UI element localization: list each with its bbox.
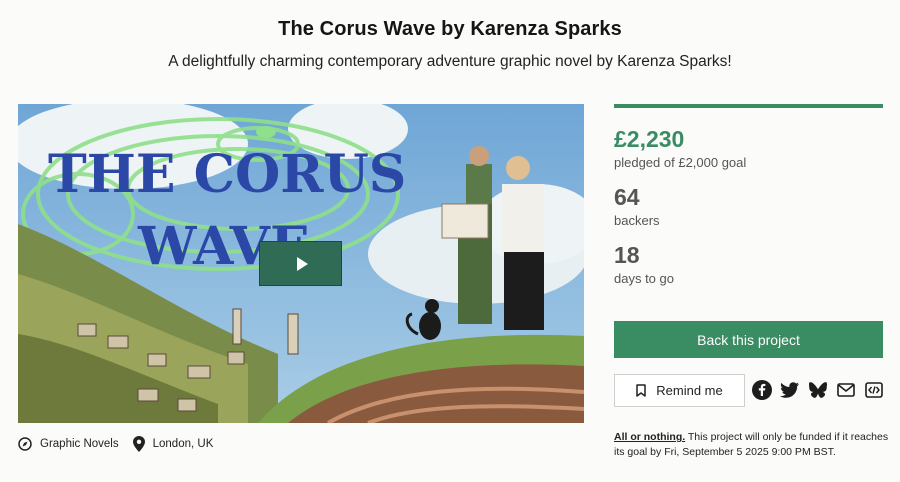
bookmark-icon: [636, 384, 647, 397]
project-video[interactable]: THE CORUS WAVE: [18, 104, 584, 423]
embed-icon[interactable]: [864, 380, 884, 400]
category-link[interactable]: Graphic Novels: [18, 437, 119, 451]
location-label: London, UK: [152, 438, 214, 450]
play-icon: [296, 256, 308, 271]
project-title: The Corus Wave by Karenza Sparks: [278, 18, 622, 40]
funding-progress-bar: [614, 104, 883, 108]
project-categories: Graphic Novels London, UK: [18, 436, 227, 452]
play-button[interactable]: [259, 241, 342, 286]
category-label: Graphic Novels: [40, 438, 119, 450]
days-to-go-count: 18: [614, 242, 640, 268]
remind-me-label: Remind me: [656, 383, 723, 398]
days-to-go-label: days to go: [614, 271, 674, 286]
all-or-nothing-link[interactable]: All or nothing.: [614, 431, 685, 443]
funding-note: All or nothing. This project will only b…: [614, 430, 894, 460]
project-subtitle: A delightfully charming contemporary adv…: [168, 53, 732, 70]
bluesky-icon[interactable]: [808, 380, 828, 400]
backers-label: backers: [614, 213, 660, 228]
project-header: The Corus Wave by Karenza Sparks A delig…: [0, 18, 900, 71]
share-links: [752, 380, 892, 400]
facebook-icon[interactable]: [752, 380, 772, 400]
location-pin-icon: [132, 436, 145, 452]
email-icon[interactable]: [836, 380, 856, 400]
backers-count: 64: [614, 184, 640, 210]
thumbnail-title-line1: THE CORUS: [48, 144, 406, 205]
twitter-icon[interactable]: [780, 380, 800, 400]
compass-icon: [18, 437, 32, 451]
back-project-button[interactable]: Back this project: [614, 321, 883, 358]
location-link[interactable]: London, UK: [132, 436, 214, 452]
pledged-amount: £2,230: [614, 126, 685, 152]
funding-stats: £2,230 pledged of £2,000 goal 64 backers…: [614, 104, 883, 286]
pledged-label: pledged of £2,000 goal: [614, 155, 747, 170]
remind-me-button[interactable]: Remind me: [614, 374, 745, 407]
